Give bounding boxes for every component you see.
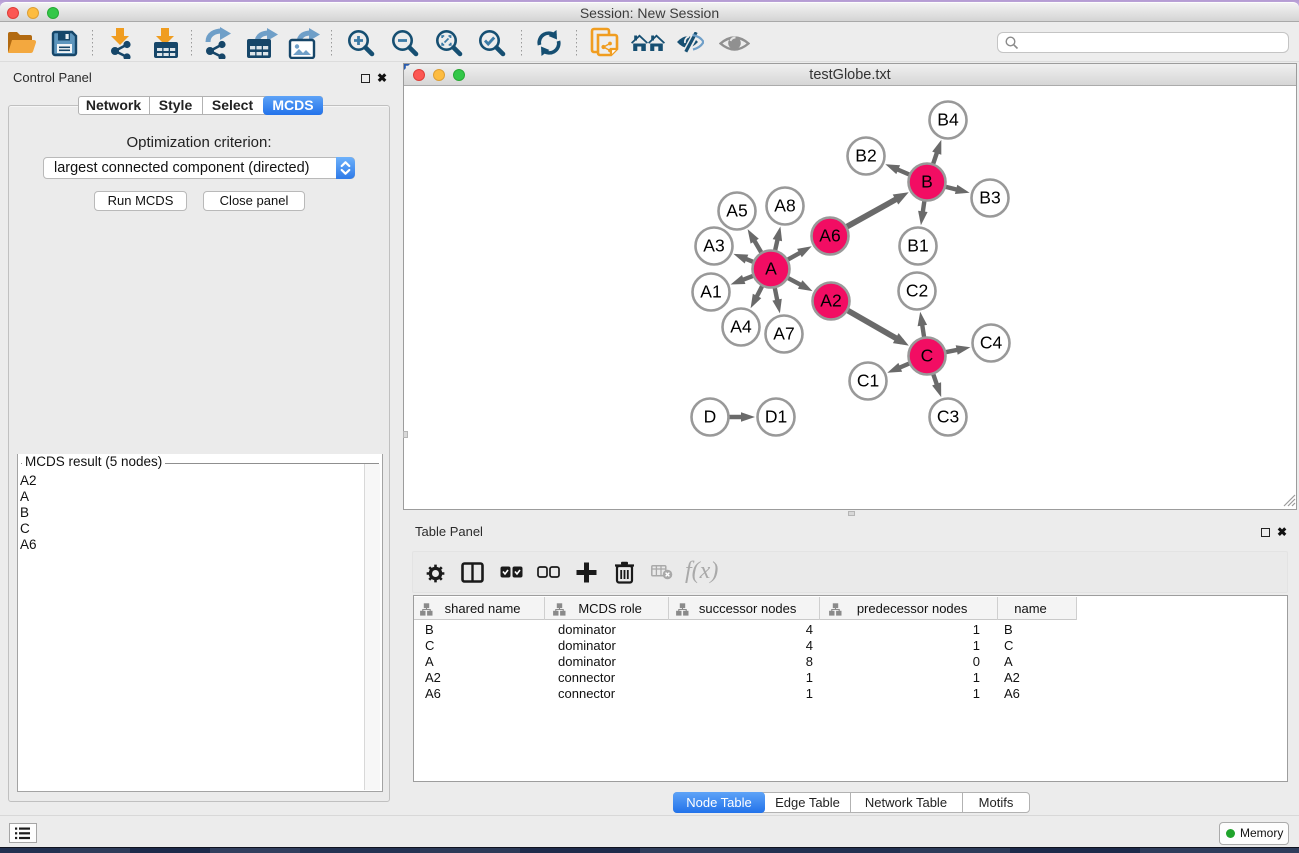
svg-text:A3: A3 <box>703 236 724 256</box>
svg-text:C: C <box>921 346 934 366</box>
svg-text:B: B <box>921 172 933 192</box>
svg-text:A5: A5 <box>726 201 747 221</box>
svg-text:B1: B1 <box>907 236 928 256</box>
svg-text:B2: B2 <box>855 146 876 166</box>
svg-text:C1: C1 <box>857 371 879 391</box>
svg-text:B3: B3 <box>979 188 1000 208</box>
svg-text:D: D <box>704 407 717 427</box>
svg-text:A8: A8 <box>774 196 795 216</box>
svg-text:A: A <box>765 259 777 279</box>
svg-text:C2: C2 <box>906 281 928 301</box>
svg-text:A4: A4 <box>730 317 752 337</box>
svg-text:D1: D1 <box>765 407 787 427</box>
svg-text:A7: A7 <box>773 324 794 344</box>
svg-text:C3: C3 <box>937 407 959 427</box>
svg-text:A2: A2 <box>820 291 841 311</box>
svg-text:B4: B4 <box>937 110 959 130</box>
svg-text:A6: A6 <box>819 226 840 246</box>
svg-text:C4: C4 <box>980 333 1003 353</box>
svg-text:A1: A1 <box>700 282 721 302</box>
